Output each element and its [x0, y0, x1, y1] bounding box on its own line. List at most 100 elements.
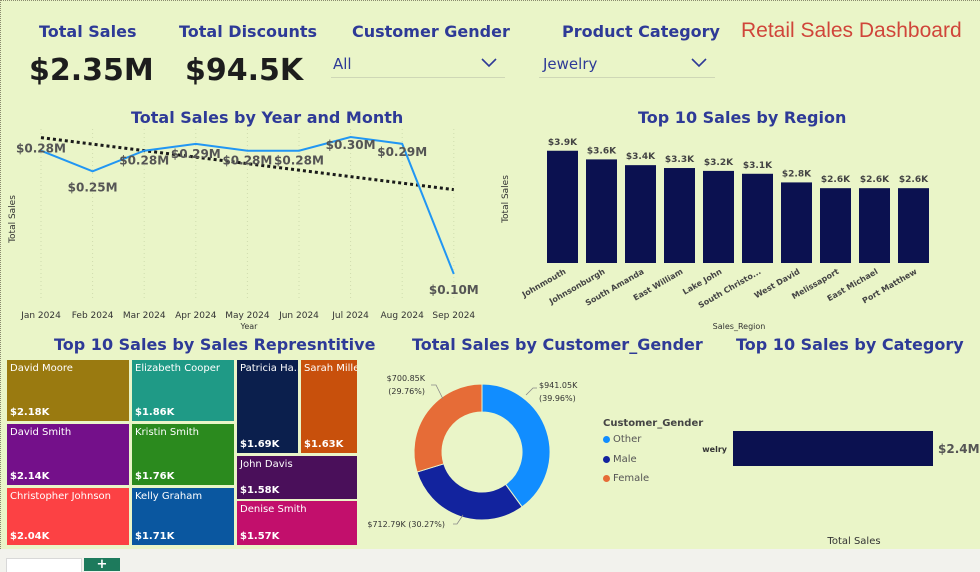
treemap-tile[interactable]: Christopher Johnson $2.04K — [6, 487, 130, 546]
page-tabs-bar — [0, 549, 980, 571]
treemap-tile[interactable]: Sarah Miller $1.63K — [300, 359, 358, 454]
bar — [898, 188, 929, 263]
data-label: $3.3K — [665, 155, 695, 165]
tile-name: Sarah Miller — [304, 363, 358, 374]
data-label: (29.76%) — [388, 387, 425, 396]
tile-value: $1.86K — [135, 407, 175, 418]
chevron-down-icon — [691, 58, 707, 68]
tile-value: $2.04K — [10, 531, 50, 542]
treemap-tile[interactable]: John Davis $1.58K — [236, 455, 358, 500]
data-label: $0.25M — [68, 180, 118, 194]
tile-value: $1.71K — [135, 531, 175, 542]
legend-dot — [603, 455, 610, 463]
tile-name: Kelly Graham — [135, 491, 203, 502]
tile-value: $1.58K — [240, 485, 280, 496]
tile-value: $1.63K — [304, 439, 344, 450]
x-tick-label: Apr 2024 — [175, 311, 217, 321]
x-tick-label: May 2024 — [225, 311, 270, 321]
tile-value: $1.69K — [240, 439, 280, 450]
gender-slicer-value: All — [333, 55, 352, 73]
line-chart-title: Total Sales by Year and Month — [131, 108, 404, 127]
x-axis-title: Total Sales — [826, 536, 880, 547]
donut-slice — [416, 463, 523, 521]
treemap-tile[interactable]: Elizabeth Cooper $1.86K — [131, 359, 235, 422]
treemap-tile[interactable]: David Smith $2.14K — [6, 423, 130, 486]
y-tick-label: welry — [702, 445, 728, 454]
bar — [733, 431, 933, 466]
data-label: $3.4K — [626, 152, 656, 162]
bar — [820, 188, 851, 263]
bar — [703, 170, 734, 263]
data-label: (39.96%) — [539, 394, 576, 403]
dashboard-title: Retail Sales Dashboard — [741, 19, 962, 42]
data-label: $0.28M — [119, 154, 169, 168]
treemap-title: Top 10 Sales by Sales Represntitive — [54, 335, 376, 354]
x-tick-label: Aug 2024 — [381, 311, 425, 321]
sales-by-month-chart[interactable]: $0.28M$0.25M$0.28M $0.29M $0.28M $0.28M$0.3… — [1, 129, 491, 334]
x-tick-label: Jul 2024 — [331, 311, 369, 321]
tile-name: John Davis — [240, 459, 293, 470]
plus-icon[interactable]: + — [84, 558, 120, 571]
x-tick-label: Mar 2024 — [123, 311, 166, 321]
data-label: $0.30M — [326, 138, 376, 152]
legend-item-male[interactable]: Male — [603, 454, 637, 465]
legend-item-other[interactable]: Other — [603, 434, 641, 445]
total-sales-label: Total Sales — [39, 22, 137, 41]
tile-name: Patricia Ha... — [240, 363, 299, 374]
gender-slicer-dropdown[interactable]: All — [331, 51, 505, 78]
treemap-tile[interactable]: Kristin Smith $1.76K — [131, 423, 235, 486]
bar — [547, 150, 578, 263]
tile-name: Elizabeth Cooper — [135, 363, 221, 374]
category-chart-title: Top 10 Sales by Category — [736, 335, 964, 354]
donut-slice — [413, 383, 483, 473]
tile-name: David Moore — [10, 363, 73, 374]
x-tick-label: Feb 2024 — [72, 311, 114, 321]
total-discounts-value: $94.5K — [185, 53, 304, 88]
data-label: $3.9K — [548, 138, 578, 148]
treemap-tile[interactable]: David Moore $2.18K — [6, 359, 130, 422]
data-label: $2.6K — [860, 175, 890, 185]
legend-item-female[interactable]: Female — [603, 473, 649, 484]
treemap-tile[interactable]: Patricia Ha... $1.69K — [236, 359, 299, 454]
data-label: $2.6K — [899, 175, 929, 185]
data-label: $712.79K (30.27%) — [367, 520, 445, 529]
treemap-tile[interactable]: Denise Smith $1.57K — [236, 500, 358, 546]
bar — [742, 173, 773, 263]
data-label: $2.6K — [821, 175, 851, 185]
page-tab[interactable] — [6, 558, 82, 572]
report-canvas: Total Sales $2.35M Total Discounts $94.5… — [0, 0, 980, 549]
category-slicer-value: Jewelry — [543, 55, 598, 73]
data-label: $700.85K — [387, 374, 426, 383]
category-slicer-dropdown[interactable]: Jewelry — [539, 51, 715, 78]
legend-dot — [603, 474, 610, 482]
legend-label: Female — [613, 473, 650, 484]
donut-title: Total Sales by Customer_Gender — [412, 335, 703, 354]
legend-label: Other — [613, 434, 642, 445]
sales-by-gender-donut[interactable]: $941.05K (39.96%) $700.85K (29.76%) $712.79K… — [361, 357, 601, 547]
chevron-down-icon — [481, 58, 497, 68]
category-slicer-title: Product Category — [562, 22, 720, 41]
x-axis-title: Sales_Region — [713, 322, 766, 331]
bar — [625, 165, 656, 263]
sales-by-region-chart[interactable]: $3.9KJohnmouth$3.6KJohnsonburgh$3.4KSout… — [491, 129, 980, 334]
sales-by-category-chart[interactable]: $2.4M welry Total Sales — [691, 357, 980, 549]
bar — [781, 182, 812, 263]
data-label: $0.10M — [429, 283, 479, 297]
sales-by-rep-treemap[interactable]: David Moore $2.18K David Smith $2.14K Christ… — [1, 357, 361, 547]
tile-name: Christopher Johnson — [10, 491, 111, 502]
data-label: $2.8K — [782, 169, 812, 179]
bar — [859, 188, 890, 263]
treemap-tile[interactable]: Kelly Graham $1.71K — [131, 487, 235, 546]
data-label: $0.28M — [16, 142, 66, 156]
leader-line — [431, 384, 444, 400]
x-axis-title: Year — [240, 322, 259, 331]
bar — [664, 168, 695, 263]
total-discounts-label: Total Discounts — [179, 22, 317, 41]
donut-legend-title: Customer_Gender — [603, 418, 704, 429]
tile-value: $1.57K — [240, 531, 280, 542]
data-label: $0.28M — [274, 154, 324, 168]
data-label: $2.4M — [938, 442, 980, 456]
y-axis-title: Total Sales — [8, 195, 18, 244]
bar — [586, 159, 617, 263]
x-tick-label: Sep 2024 — [432, 311, 475, 321]
